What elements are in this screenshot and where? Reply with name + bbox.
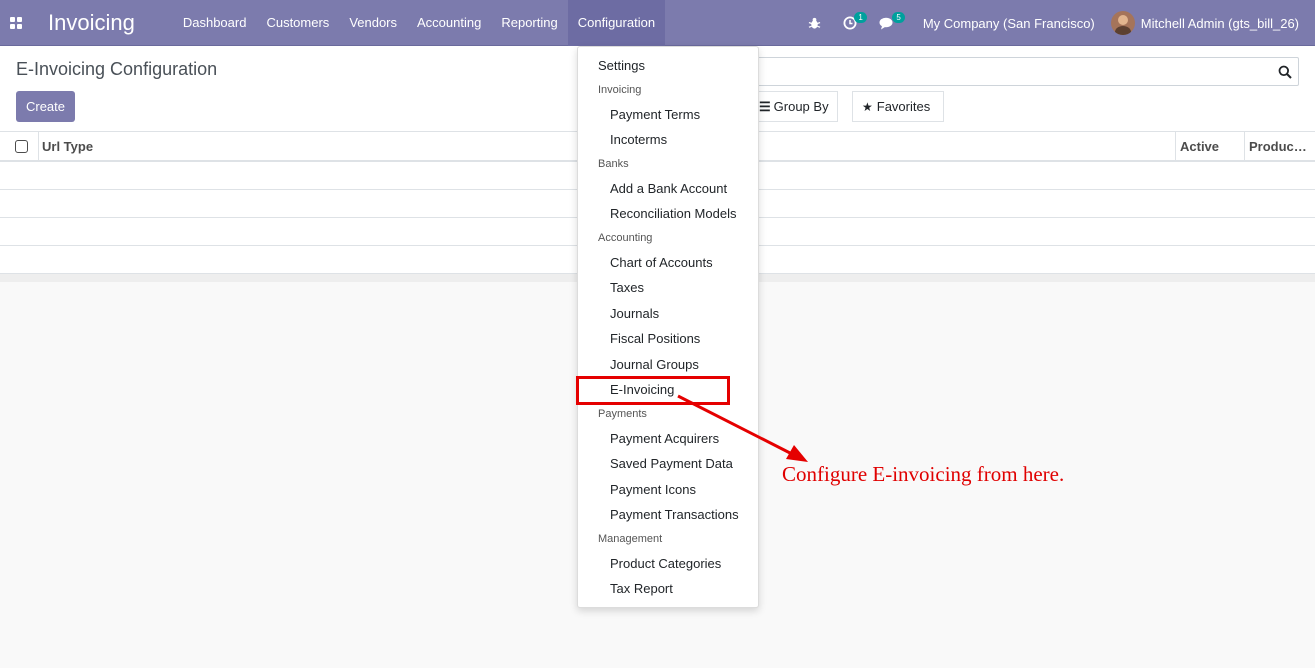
menu-item-tax-report[interactable]: Tax Report xyxy=(610,581,673,596)
column-divider xyxy=(1244,132,1245,160)
menu-customers[interactable]: Customers xyxy=(256,0,339,46)
systray: 1 5 My Company (San Francisco) Mitchell … xyxy=(800,0,1315,46)
menu-item-payment-icons[interactable]: Payment Icons xyxy=(610,482,696,497)
debug-bug-icon[interactable] xyxy=(800,0,829,46)
menu-item-incoterms[interactable]: Incoterms xyxy=(610,132,667,147)
search-input[interactable] xyxy=(750,57,1299,86)
page-title: E-Invoicing Configuration xyxy=(16,59,218,79)
menu-dashboard[interactable]: Dashboard xyxy=(173,0,257,46)
menu-item-journal-groups[interactable]: Journal Groups xyxy=(610,357,699,372)
section-header-management: Management xyxy=(598,533,663,545)
column-divider xyxy=(1175,132,1176,160)
menu-item-journals[interactable]: Journals xyxy=(610,306,659,321)
menu-item-fiscal-positions[interactable]: Fiscal Positions xyxy=(610,331,700,346)
menu-item-payment-transactions[interactable]: Payment Transactions xyxy=(610,507,739,522)
messages-chat-icon[interactable]: 5 xyxy=(871,0,905,46)
menu-vendors[interactable]: Vendors xyxy=(339,0,407,46)
section-header-banks: Banks xyxy=(598,158,629,170)
menu-item-settings[interactable]: Settings xyxy=(598,58,645,73)
activity-badge: 1 xyxy=(854,12,867,23)
menu-item-payment-acquirers[interactable]: Payment Acquirers xyxy=(610,431,719,446)
company-switcher[interactable]: My Company (San Francisco) xyxy=(923,16,1095,31)
menu-item-taxes[interactable]: Taxes xyxy=(610,280,644,295)
create-button[interactable]: Create xyxy=(16,91,75,122)
main-menu: Dashboard Customers Vendors Accounting R… xyxy=(173,0,666,46)
menu-item-payment-terms[interactable]: Payment Terms xyxy=(610,107,700,122)
column-header-url-type[interactable]: Url Type xyxy=(42,139,93,154)
activity-clock-icon[interactable]: 1 xyxy=(835,0,867,46)
section-header-payments: Payments xyxy=(598,408,647,420)
list-bars-icon: ☰ xyxy=(759,98,771,114)
menu-item-product-categories[interactable]: Product Categories xyxy=(610,556,721,571)
section-header-accounting: Accounting xyxy=(598,232,653,244)
section-header-invoicing: Invoicing xyxy=(598,84,642,96)
menu-reporting[interactable]: Reporting xyxy=(491,0,567,46)
highlight-box xyxy=(576,376,730,405)
column-header-product[interactable]: Produc… xyxy=(1249,139,1307,154)
column-divider xyxy=(38,132,39,160)
avatar xyxy=(1110,11,1135,35)
menu-configuration[interactable]: Configuration xyxy=(567,0,666,46)
configuration-dropdown: Settings Invoicing Payment Terms Incoter… xyxy=(577,46,759,608)
annotation-text: Configure E-invoicing from here. xyxy=(782,462,1065,486)
column-header-active[interactable]: Active xyxy=(1180,139,1219,154)
app-name[interactable]: Invoicing xyxy=(48,10,135,36)
group-by-label: Group By xyxy=(773,99,829,114)
user-menu[interactable]: Mitchell Admin (gts_bill_26) xyxy=(1110,11,1299,35)
search-icon[interactable] xyxy=(1278,65,1292,79)
star-icon: ★ xyxy=(862,99,873,114)
menu-accounting[interactable]: Accounting xyxy=(407,0,491,46)
messages-badge: 5 xyxy=(892,12,905,23)
apps-menu-icon[interactable] xyxy=(0,0,32,46)
menu-item-chart-of-accounts[interactable]: Chart of Accounts xyxy=(610,255,713,270)
user-name: Mitchell Admin (gts_bill_26) xyxy=(1140,15,1299,31)
menu-item-reconciliation-models[interactable]: Reconciliation Models xyxy=(610,206,736,221)
select-all-checkbox[interactable] xyxy=(15,140,28,153)
menu-item-add-bank-account[interactable]: Add a Bank Account xyxy=(610,181,727,196)
favorites-label: Favorites xyxy=(876,99,931,114)
top-navbar: Invoicing Dashboard Customers Vendors Ac… xyxy=(0,0,1315,46)
favorites-button[interactable]: ★ Favorites xyxy=(852,91,944,122)
menu-item-saved-payment-data[interactable]: Saved Payment Data xyxy=(610,456,733,471)
